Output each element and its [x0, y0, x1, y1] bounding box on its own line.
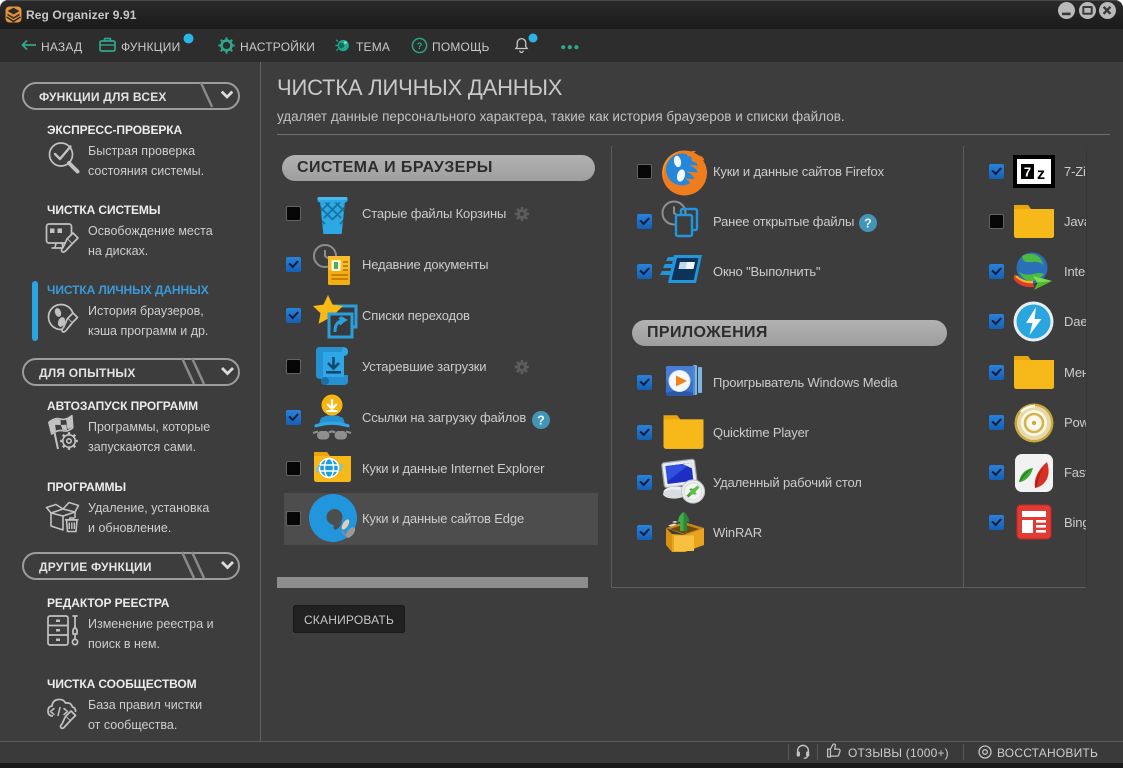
svg-text:?: ?	[537, 413, 545, 427]
svg-text:?: ?	[417, 41, 423, 51]
svg-text:7: 7	[1024, 165, 1031, 180]
svg-text:?: ?	[864, 216, 872, 230]
svg-text:z: z	[1037, 166, 1045, 183]
